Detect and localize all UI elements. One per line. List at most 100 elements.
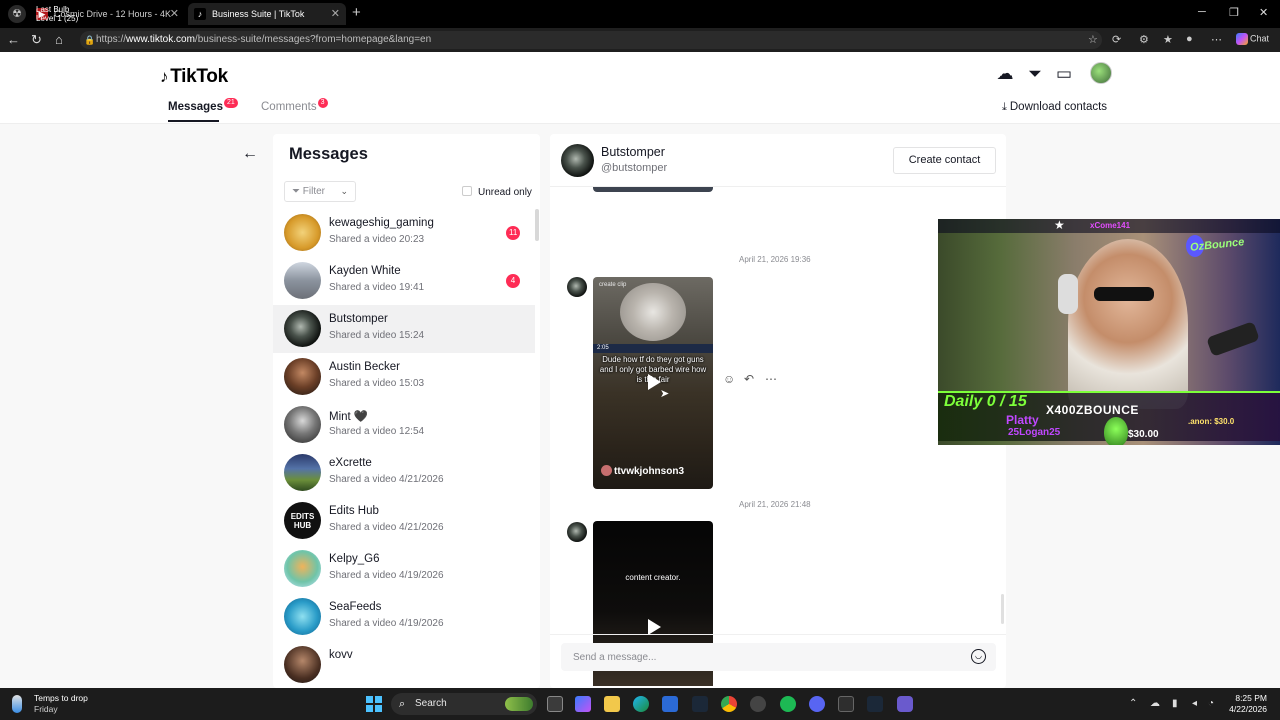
close-tab-icon[interactable]: ✕ [331, 3, 340, 25]
refresh-icon[interactable]: ↻ [31, 32, 42, 48]
copilot-chat-button[interactable]: Chat [1236, 33, 1269, 45]
comments-count-badge: 3 [317, 98, 328, 108]
chrome-icon[interactable] [721, 696, 737, 712]
conversation-item[interactable]: Kayden White Shared a video 19:41 4 [273, 257, 535, 305]
steam-icon[interactable] [692, 696, 708, 712]
conversation-item[interactable]: Austin Becker Shared a video 15:03 [273, 353, 535, 401]
favorite-star-icon[interactable]: ☆ [1088, 33, 1098, 46]
message-input[interactable] [561, 643, 961, 671]
alert-username: X400ZBOUNCE [1046, 403, 1139, 417]
close-window-button[interactable]: ✕ [1259, 6, 1268, 19]
react-emoji-icon[interactable]: ☺ [723, 372, 735, 386]
messages-title: Messages [289, 145, 368, 163]
unread-only-toggle[interactable]: Unread only [462, 186, 532, 198]
onedrive-icon[interactable]: ☁ [1150, 698, 1160, 709]
microsoft-store-icon[interactable] [662, 696, 678, 712]
tab-title: Business Suite | TikTok [212, 9, 305, 19]
extensions-puzzle-icon[interactable]: ⚙ [1139, 33, 1149, 46]
app-icon[interactable]: ☢ [8, 5, 26, 23]
filter-funnel-icon[interactable]: ⏷ [1025, 64, 1045, 84]
app-launcher-icon[interactable] [897, 696, 913, 712]
url-field[interactable]: 🔒 https://www.tiktok.com/business-suite/… [80, 31, 1102, 49]
reply-icon[interactable]: ↶ [744, 372, 754, 386]
conversation-item[interactable]: EDITS HUB Edits Hub Shared a video 4/21/2… [273, 497, 535, 545]
file-explorer-icon[interactable] [604, 696, 620, 712]
unread-badge: 4 [506, 274, 520, 288]
back-icon[interactable]: ← [7, 32, 20, 47]
task-view-icon[interactable] [547, 696, 563, 712]
speaker-icon[interactable]: ◂ [1192, 698, 1197, 709]
more-options-icon[interactable]: ⋯ [1211, 33, 1222, 46]
avatar [284, 310, 321, 347]
previous-video-message[interactable] [593, 187, 713, 192]
conversation-preview: Shared a video 4/21/2026 [329, 474, 444, 485]
download-contacts-label: Download contacts [1009, 101, 1108, 113]
profile-avatar-icon[interactable]: ● [1186, 33, 1193, 45]
conversation-item[interactable]: kewageshig_gaming Shared a video 20:23 1… [273, 209, 535, 257]
emoji-picker-icon[interactable]: ◡ [971, 649, 986, 664]
play-icon[interactable] [648, 619, 661, 635]
weather-thermometer-icon[interactable] [12, 695, 22, 713]
alert-amount: $30.00 [1128, 429, 1159, 440]
profile-avatar[interactable] [1090, 62, 1112, 84]
home-icon[interactable]: ⌂ [55, 32, 63, 47]
avatar [284, 262, 321, 299]
contact-name: Butstomper [601, 145, 665, 159]
edge-browser-icon[interactable] [633, 696, 649, 712]
windows-taskbar: Temps to drop Friday ⌕ Search ⌃ ☁ ▮ ◂ ◔ … [0, 688, 1280, 720]
download-contacts-button[interactable]: ⤓ Download contacts [1002, 101, 1107, 114]
network-icon[interactable]: ◔ [1208, 698, 1214, 709]
new-tab-button[interactable]: + [352, 4, 361, 21]
overlay-line-1: Last Bulb [36, 5, 70, 14]
filter-button[interactable]: ⏷ Filter ⌄ [284, 181, 356, 202]
avatar [284, 598, 321, 635]
avatar: EDITS HUB [284, 502, 321, 539]
taskbar-search[interactable]: ⌕ Search [391, 693, 537, 715]
tray-overflow-icon[interactable]: ⌃ [1129, 698, 1137, 709]
sender-avatar [567, 522, 587, 542]
browser-tab-tiktok[interactable]: ♪ Business Suite | TikTok ✕ [188, 3, 346, 25]
messages-icon[interactable]: ▭ [1054, 64, 1074, 84]
discord-icon[interactable] [809, 696, 825, 712]
close-tab-icon[interactable]: ✕ [170, 3, 179, 25]
spotify-icon[interactable] [780, 696, 796, 712]
conversation-item[interactable]: SeaFeeds Shared a video 4/19/2026 [273, 593, 535, 641]
create-contact-button[interactable]: Create contact [893, 147, 996, 174]
steam-client-icon[interactable] [867, 696, 883, 712]
conversation-item[interactable]: kovv [273, 641, 535, 688]
clock-date[interactable]: 4/22/2026 [1227, 704, 1267, 714]
conversation-item[interactable]: Mint 🖤 Shared a video 12:54 [273, 401, 535, 449]
microphone-icon[interactable]: ▮ [1172, 698, 1178, 709]
minimize-button[interactable]: ─ [1198, 6, 1206, 18]
conversation-item-selected[interactable]: Butstomper Shared a video 15:24 [273, 305, 535, 353]
upload-cloud-icon[interactable]: ☁ [995, 64, 1015, 84]
tab-comments[interactable]: Comments 3 [261, 98, 328, 114]
streamer-webcam [1068, 239, 1188, 409]
headphones [1058, 274, 1078, 314]
copilot-icon[interactable] [575, 696, 591, 712]
extension-icon[interactable]: ⟳ [1112, 33, 1121, 46]
chat-scrollbar[interactable] [1001, 594, 1004, 624]
stream-alert-bar: Daily 0 / 15 X400ZBOUNCE Platty 25Logan2… [938, 391, 1280, 445]
maximize-button[interactable]: ❐ [1229, 6, 1239, 19]
conversation-list-scrollbar[interactable] [535, 209, 539, 241]
conversation-preview: Shared a video 12:54 [329, 426, 425, 437]
xbox-icon[interactable] [838, 696, 854, 712]
browser-tab-bar: ☢ ▶ Cosmic Drive - 12 Hours - 4K ✕ Last … [0, 0, 1280, 28]
back-arrow-icon[interactable]: ← [242, 145, 258, 163]
unread-only-checkbox[interactable] [462, 186, 472, 196]
more-actions-icon[interactable]: ⋯ [765, 372, 777, 386]
weather-headline[interactable]: Temps to drop [34, 693, 88, 703]
contact-avatar[interactable] [561, 144, 594, 177]
conversation-item[interactable]: Kelpy_G6 Shared a video 4/19/2026 [273, 545, 535, 593]
windows-start-icon[interactable] [366, 696, 382, 712]
tab-messages[interactable]: Messages 21 [168, 98, 238, 114]
conversation-item[interactable]: eXcrette Shared a video 4/21/2026 [273, 449, 535, 497]
obs-icon[interactable] [750, 696, 766, 712]
clock-time[interactable]: 8:25 PM [1235, 693, 1267, 703]
video-caption: content creator. [625, 573, 681, 582]
favorites-icon[interactable]: ★ [1163, 33, 1173, 46]
shared-video-message[interactable]: create clip 2:05 Dude how tf do they got… [593, 277, 713, 489]
search-icon: ⌕ [399, 698, 406, 710]
tiktok-logo[interactable]: ♪ TikTok [160, 66, 228, 88]
